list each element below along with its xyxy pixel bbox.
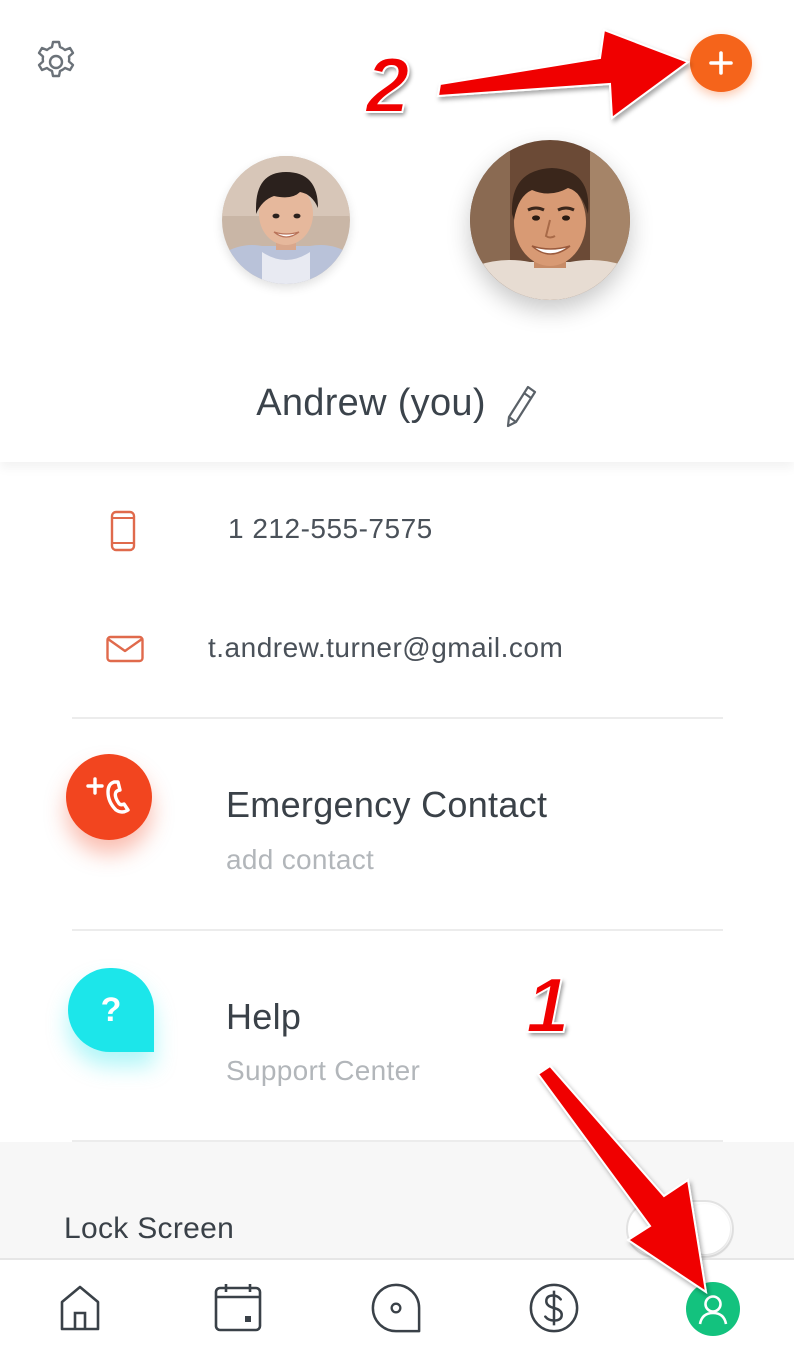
family-member-avatar[interactable] [222,156,350,284]
calendar-icon[interactable] [212,1282,264,1334]
lock-screen-label: Lock Screen [64,1212,235,1245]
bottom-tab-bar [0,1258,794,1364]
chat-bubble-icon[interactable] [370,1282,422,1334]
profile-icon [698,1295,728,1325]
home-icon[interactable] [54,1282,106,1334]
plus-icon [709,51,733,75]
help-question-glyph: ? [100,990,122,1029]
divider [72,717,723,719]
email-icon [106,634,146,669]
email-address[interactable]: t.andrew.turner@gmail.com [208,632,563,664]
toggle-knob [680,1204,730,1254]
divider [72,929,723,931]
help-subtitle[interactable]: Support Center [226,1055,420,1087]
user-name: Andrew (you) [256,381,486,424]
user-name-row: Andrew (you) [0,378,794,428]
profile-tab-button[interactable] [686,1282,740,1336]
emergency-contact-subtitle[interactable]: add contact [226,844,374,876]
lock-screen-toggle[interactable] [626,1200,734,1258]
emergency-contact-icon[interactable] [66,754,152,840]
annotation-label-1: 1 [525,960,570,1050]
edit-pencil-icon[interactable] [504,384,538,428]
current-user-avatar[interactable] [470,140,630,300]
help-title[interactable]: Help [226,996,301,1038]
dollar-icon[interactable] [528,1282,580,1334]
add-member-button[interactable] [690,34,752,92]
emergency-contact-title[interactable]: Emergency Contact [226,784,547,826]
profile-header: Andrew (you) [0,0,794,462]
phone-number[interactable]: 1 212-555-7575 [228,513,433,545]
help-icon[interactable]: ? [68,968,154,1052]
phone-icon [106,510,142,559]
settings-gear-icon[interactable] [30,38,82,86]
